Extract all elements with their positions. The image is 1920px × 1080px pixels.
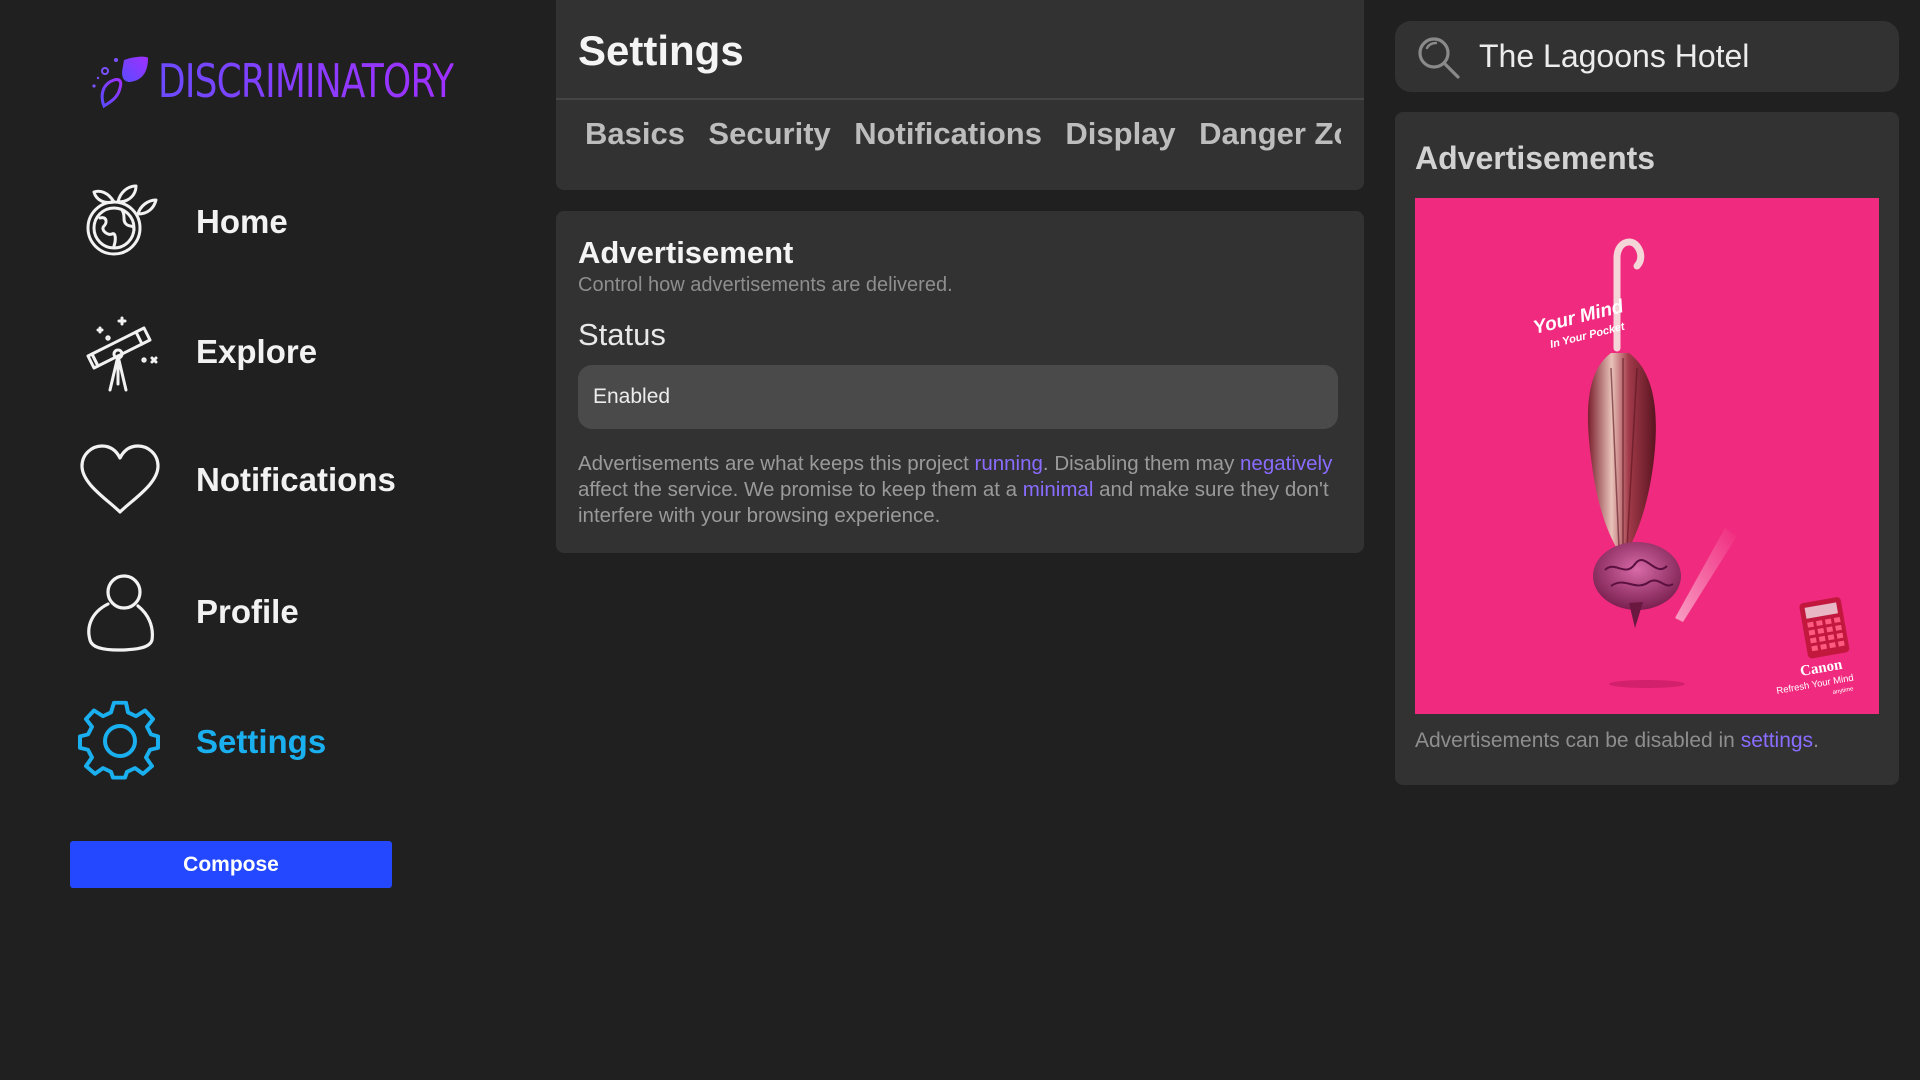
settings-header: Settings Basics Security Notifications D… <box>556 0 1364 190</box>
tab-security[interactable]: Security <box>708 116 830 152</box>
sidebar-item-label: Settings <box>196 723 327 760</box>
search-icon <box>1418 36 1460 79</box>
brain-shape <box>1593 542 1681 610</box>
tab-danger-zone[interactable]: Danger Zone <box>1199 116 1341 152</box>
description-text: . Disabling them may <box>1042 452 1241 475</box>
advertisement-settings-card: Advertisement Control how advertisements… <box>556 211 1364 553</box>
description-text: affect the service. We promise to keep t… <box>578 478 1023 501</box>
settings-link[interactable]: settings <box>1741 729 1813 752</box>
sidebar-item-explore[interactable]: Explore <box>78 310 317 394</box>
panel-title: Advertisements <box>1415 140 1656 176</box>
description-highlight: minimal <box>1022 478 1094 501</box>
status-select[interactable]: Enabled <box>578 365 1338 429</box>
compose-button[interactable]: Compose <box>70 841 392 888</box>
sidebar-item-label: Profile <box>196 593 299 630</box>
gear-icon <box>78 700 162 784</box>
sidebar-item-settings[interactable]: Settings <box>78 700 326 784</box>
heart-icon <box>78 438 162 522</box>
footer-text: Advertisements can be disabled in <box>1415 729 1741 752</box>
sidebar-item-label: Explore <box>196 333 318 370</box>
status-label: Status <box>578 317 666 352</box>
divider <box>556 98 1364 100</box>
advertisements-panel: Advertisements Your Mind In Your Pocket … <box>1395 112 1899 785</box>
user-icon <box>78 570 162 654</box>
ads-footer-note: Advertisements can be disabled in settin… <box>1415 729 1819 753</box>
shadow <box>1609 680 1685 688</box>
tab-display[interactable]: Display <box>1065 116 1175 152</box>
tab-notifications[interactable]: Notifications <box>854 116 1042 152</box>
advertisement-image[interactable]: Your Mind In Your Pocket Canon Refresh Y… <box>1415 198 1879 714</box>
sidebar-item-label: Notifications <box>196 461 396 498</box>
search-input[interactable] <box>1479 38 1879 75</box>
sidebar-item-notifications[interactable]: Notifications <box>78 438 396 522</box>
sidebar-item-profile[interactable]: Profile <box>78 570 299 654</box>
advertisement-description: Advertisements are what keeps this proje… <box>578 451 1338 529</box>
tab-basics[interactable]: Basics <box>585 116 685 152</box>
description-highlight: running <box>974 452 1043 475</box>
logo-leaf-icon <box>92 56 148 109</box>
status-select-value: Enabled <box>593 385 671 408</box>
section-title: Advertisement <box>578 235 794 270</box>
description-text: Advertisements are what keeps this proje… <box>578 452 975 475</box>
footer-text-end: . <box>1813 729 1819 752</box>
telescope-icon <box>78 310 162 394</box>
section-subtitle: Control how advertisements are delivered… <box>578 274 953 296</box>
description-highlight: negatively <box>1240 452 1333 475</box>
app-root: DISCRIMINATORY Home Explore Notification… <box>0 0 1920 1080</box>
settings-tabs: Basics Security Notifications Display Da… <box>585 116 1341 160</box>
sidebar-item-label: Home <box>196 203 288 240</box>
sidebar-item-home[interactable]: Home <box>78 180 288 264</box>
sidebar: DISCRIMINATORY Home Explore Notification… <box>0 0 540 1080</box>
page-title: Settings <box>578 27 744 74</box>
globe-leaves-icon <box>78 180 162 264</box>
brand-logo[interactable]: DISCRIMINATORY <box>90 52 537 110</box>
brand-name: DISCRIMINATORY <box>158 54 454 108</box>
search-bar[interactable] <box>1395 21 1899 92</box>
